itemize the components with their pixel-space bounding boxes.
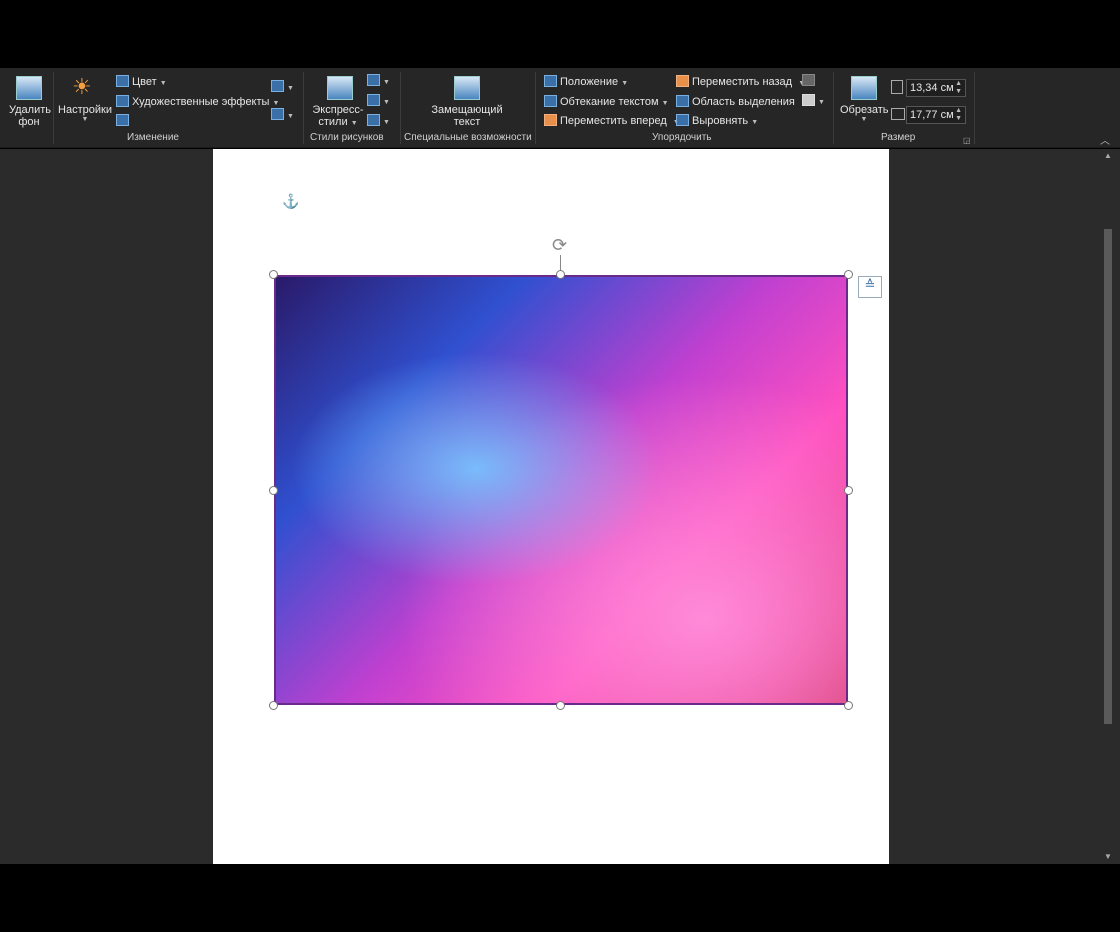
width-value: 17,77 см <box>910 109 954 121</box>
height-icon <box>891 80 903 94</box>
resize-handle[interactable] <box>556 701 565 710</box>
border-button[interactable]: ▼ <box>367 74 390 87</box>
position-icon <box>544 75 557 87</box>
label: Переместить вперед <box>560 115 667 127</box>
wrap-text-button[interactable]: Обтекание текстом ▼ <box>544 95 669 108</box>
resize-handle[interactable] <box>269 486 278 495</box>
change-picture-icon <box>271 80 284 92</box>
alt-text-button[interactable]: Замещающий текст <box>425 104 509 128</box>
alt-text-icon <box>454 76 480 100</box>
send-backward-button[interactable]: Переместить назад ▼ <box>676 75 805 88</box>
crop-button[interactable]: Обрезать ▼ <box>840 104 889 123</box>
size-dialog-launcher[interactable]: ◲ <box>963 136 971 145</box>
group-icon <box>802 74 815 86</box>
group-label: Упорядочить <box>652 132 712 143</box>
group-label: Изменение <box>127 132 179 143</box>
rotate-handle-icon[interactable]: ⟳ <box>552 235 567 256</box>
align-button[interactable]: Выровнять ▼ <box>676 114 758 127</box>
express-styles-button[interactable]: Экспресс-стили ▼ <box>310 104 366 128</box>
layout-icon <box>367 114 380 126</box>
label: фон <box>18 116 40 128</box>
effects-icon <box>367 94 380 106</box>
resize-handle[interactable] <box>844 270 853 279</box>
group-label: Специальные возможности <box>404 132 532 143</box>
reset-picture-icon <box>271 108 284 120</box>
layout-button[interactable]: ▼ <box>367 114 390 127</box>
label: Положение <box>560 76 619 88</box>
document-area: ⚓ ⟳ ≙ ▲ ▼ <box>0 149 1120 864</box>
width-icon <box>891 108 905 120</box>
selection-pane-button[interactable]: Область выделения <box>676 95 795 108</box>
scroll-up-icon[interactable]: ▲ <box>1104 151 1112 160</box>
label: Удалить <box>9 104 51 116</box>
crop-icon <box>851 76 877 100</box>
pen-icon <box>367 74 380 86</box>
group-label: Размер <box>881 132 916 143</box>
resize-handle[interactable] <box>269 701 278 710</box>
express-styles-icon <box>327 76 353 100</box>
selected-picture[interactable] <box>274 275 848 705</box>
ribbon: Удалить фон ☀ Настройки ▼ Цвет ▼ Художеств… <box>0 68 1120 148</box>
group-label: Стили рисунков <box>310 132 384 143</box>
send-backward-icon <box>676 75 689 87</box>
label: Художественные эффекты <box>132 96 270 108</box>
effects-button[interactable]: ▼ <box>367 94 390 107</box>
scroll-down-icon[interactable]: ▼ <box>1104 852 1112 861</box>
wrap-icon <box>544 95 557 107</box>
settings-button[interactable]: Настройки ▼ <box>58 104 112 123</box>
label: Обтекание текстом <box>560 96 659 108</box>
color-button[interactable]: Цвет ▼ <box>116 75 167 88</box>
label: Цвет <box>132 76 157 88</box>
resize-handle[interactable] <box>844 486 853 495</box>
resize-handle[interactable] <box>556 270 565 279</box>
anchor-icon: ⚓ <box>282 193 300 209</box>
reset-picture-button[interactable]: ▼ <box>271 108 294 121</box>
color-icon <box>116 75 129 87</box>
sun-icon: ☀ <box>72 74 92 99</box>
layout-options-icon[interactable]: ≙ <box>858 276 882 298</box>
label: Выровнять <box>692 115 749 127</box>
art-effects-button[interactable]: Художественные эффекты ▼ <box>116 95 279 108</box>
label: Обрезать <box>840 104 889 116</box>
remove-background-button[interactable]: Удалить фон <box>9 104 51 128</box>
height-field[interactable]: 13,34 см ▲ ▼ <box>906 79 966 97</box>
position-button[interactable]: Положение ▼ <box>544 75 628 88</box>
bring-forward-icon <box>544 114 557 126</box>
art-effects-icon <box>116 95 129 107</box>
resize-handle[interactable] <box>269 270 278 279</box>
height-value: 13,34 см <box>910 82 954 94</box>
align-icon <box>676 114 689 126</box>
label: Замещающий <box>431 104 503 116</box>
resize-handle[interactable] <box>844 701 853 710</box>
vertical-scrollbar[interactable]: ▲ ▼ <box>1100 149 1116 864</box>
label: Область выделения <box>692 96 795 108</box>
compress-icon <box>116 114 129 126</box>
rotate-button[interactable]: ▼ <box>802 94 825 107</box>
label: текст <box>453 116 481 128</box>
change-picture-button[interactable]: ▼ <box>271 80 294 93</box>
label: Переместить назад <box>692 76 793 88</box>
label: Экспресс- <box>312 104 364 116</box>
group-objects-button[interactable] <box>802 74 818 87</box>
compress-button[interactable] <box>116 114 132 127</box>
scroll-thumb[interactable] <box>1104 229 1112 724</box>
remove-background-icon <box>16 76 42 100</box>
label: Настройки <box>58 104 112 116</box>
selection-pane-icon <box>676 95 689 107</box>
collapse-ribbon-button[interactable]: ︿ <box>1100 132 1110 147</box>
label: стили <box>318 116 348 128</box>
rotate-icon <box>802 94 815 106</box>
bring-forward-button[interactable]: Переместить вперед ▼ <box>544 114 680 127</box>
width-field[interactable]: 17,77 см ▲ ▼ <box>906 106 966 124</box>
